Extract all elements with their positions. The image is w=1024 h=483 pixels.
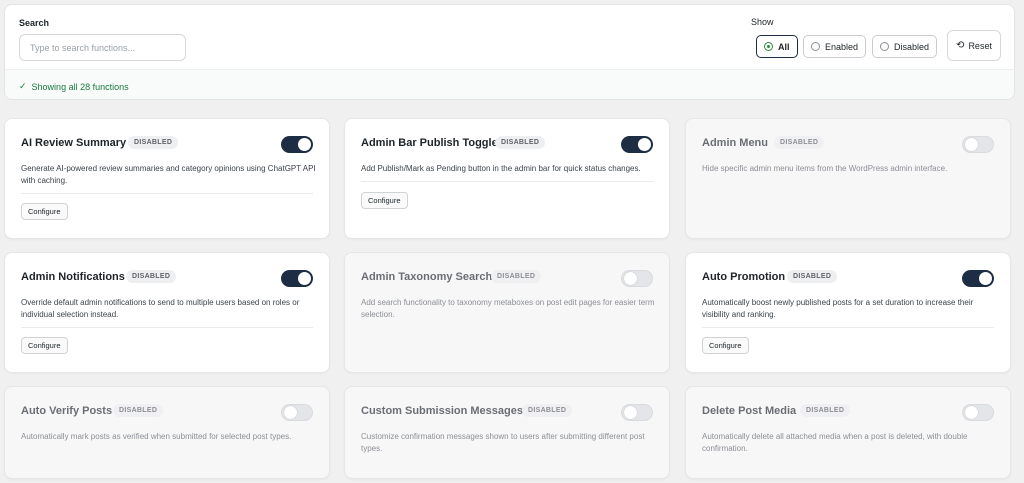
card-description: Generate AI-powered review summaries and… xyxy=(21,164,316,185)
card-description: Automatically boost newly published post… xyxy=(702,298,974,319)
toggle-knob xyxy=(284,406,297,419)
card-description: Automatically mark posts as verified whe… xyxy=(21,432,292,441)
toggle-knob xyxy=(965,138,978,151)
filter-enabled-radio[interactable]: Enabled xyxy=(803,35,867,58)
card-title: Admin Taxonomy Search xyxy=(361,271,493,283)
card-description: Automatically delete all attached media … xyxy=(702,432,968,453)
filter-all-label: All xyxy=(778,41,790,52)
reset-button[interactable]: ⟲ Reset xyxy=(947,30,1001,61)
function-card: Custom Submission Messages DISABLED Cust… xyxy=(344,386,670,479)
configure-button[interactable]: Configure xyxy=(702,337,749,354)
configure-button[interactable]: Configure xyxy=(361,192,408,209)
toggle-knob xyxy=(624,272,637,285)
filter-disabled-radio[interactable]: Disabled xyxy=(872,35,938,58)
status-badge: DISABLED xyxy=(126,270,177,283)
enable-toggle[interactable] xyxy=(281,136,313,153)
radio-selected-icon xyxy=(764,42,773,51)
function-card: Admin Taxonomy Search DISABLED Add searc… xyxy=(344,252,670,373)
search-input[interactable] xyxy=(19,34,186,61)
enable-toggle[interactable] xyxy=(281,270,313,287)
filter-all-radio[interactable]: All xyxy=(756,35,798,58)
card-title: Admin Menu xyxy=(702,137,768,149)
status-message: ✓ Showing all 28 functions xyxy=(19,81,129,92)
enable-toggle[interactable] xyxy=(962,270,994,287)
function-card: Admin Notifications DISABLED Override de… xyxy=(4,252,330,373)
status-badge: DISABLED xyxy=(113,404,164,417)
status-badge: DISABLED xyxy=(495,136,546,149)
card-title: Auto Promotion xyxy=(702,271,786,283)
function-card: Admin Bar Publish Toggle DISABLED Add Pu… xyxy=(344,118,670,239)
filter-disabled-label: Disabled xyxy=(894,41,930,52)
status-bar: ✓ Showing all 28 functions xyxy=(5,69,1014,99)
status-badge: DISABLED xyxy=(774,136,825,149)
status-badge: DISABLED xyxy=(800,404,851,417)
function-card: Admin Menu DISABLED Hide specific admin … xyxy=(685,118,1011,239)
card-title: Admin Notifications xyxy=(21,271,125,283)
function-card: AI Review Summary DISABLED Generate AI-p… xyxy=(4,118,330,239)
enable-toggle[interactable] xyxy=(621,404,653,421)
enable-toggle[interactable] xyxy=(281,404,313,421)
function-card: Delete Post Media DISABLED Automatically… xyxy=(685,386,1011,479)
card-description: Add Publish/Mark as Pending button in th… xyxy=(361,164,641,173)
card-title: Admin Bar Publish Toggle xyxy=(361,137,498,149)
configure-button[interactable]: Configure xyxy=(21,337,68,354)
radio-icon xyxy=(811,42,820,51)
enable-toggle[interactable] xyxy=(621,136,653,153)
reset-label: Reset xyxy=(968,40,992,51)
divider xyxy=(361,181,653,182)
status-badge: DISABLED xyxy=(491,270,542,283)
toggle-knob xyxy=(624,406,637,419)
enable-toggle[interactable] xyxy=(621,270,653,287)
toggle-knob xyxy=(298,138,311,151)
filter-panel: Search Show All Enabled Disabled ⟲ Reset… xyxy=(4,4,1015,100)
filter-enabled-label: Enabled xyxy=(825,41,859,52)
reset-icon: ⟲ xyxy=(956,39,965,51)
status-badge: DISABLED xyxy=(522,404,573,417)
card-title: Auto Verify Posts xyxy=(21,405,113,417)
function-card: Auto Promotion DISABLED Automatically bo… xyxy=(685,252,1011,373)
card-description: Hide specific admin menu items from the … xyxy=(702,164,948,173)
card-description: Override default admin notifications to … xyxy=(21,298,300,319)
toggle-knob xyxy=(979,272,992,285)
toggle-knob xyxy=(965,406,978,419)
enable-toggle[interactable] xyxy=(962,136,994,153)
card-title: AI Review Summary xyxy=(21,137,127,149)
enable-toggle[interactable] xyxy=(962,404,994,421)
show-label: Show xyxy=(751,17,774,27)
status-badge: DISABLED xyxy=(787,270,838,283)
card-title: Delete Post Media xyxy=(702,405,797,417)
card-description: Add search functionality to taxonomy met… xyxy=(361,298,655,319)
search-label: Search xyxy=(19,18,50,28)
divider xyxy=(21,193,313,194)
divider xyxy=(702,327,994,328)
card-title: Custom Submission Messages xyxy=(361,405,523,417)
status-badge: DISABLED xyxy=(128,136,179,149)
function-card: Auto Verify Posts DISABLED Automatically… xyxy=(4,386,330,479)
toggle-knob xyxy=(298,272,311,285)
status-text: Showing all 28 functions xyxy=(31,81,129,92)
divider xyxy=(21,327,313,328)
card-description: Customize confirmation messages shown to… xyxy=(361,432,645,453)
radio-icon xyxy=(880,42,889,51)
toggle-knob xyxy=(638,138,651,151)
check-icon: ✓ xyxy=(19,81,27,91)
configure-button[interactable]: Configure xyxy=(21,203,68,220)
